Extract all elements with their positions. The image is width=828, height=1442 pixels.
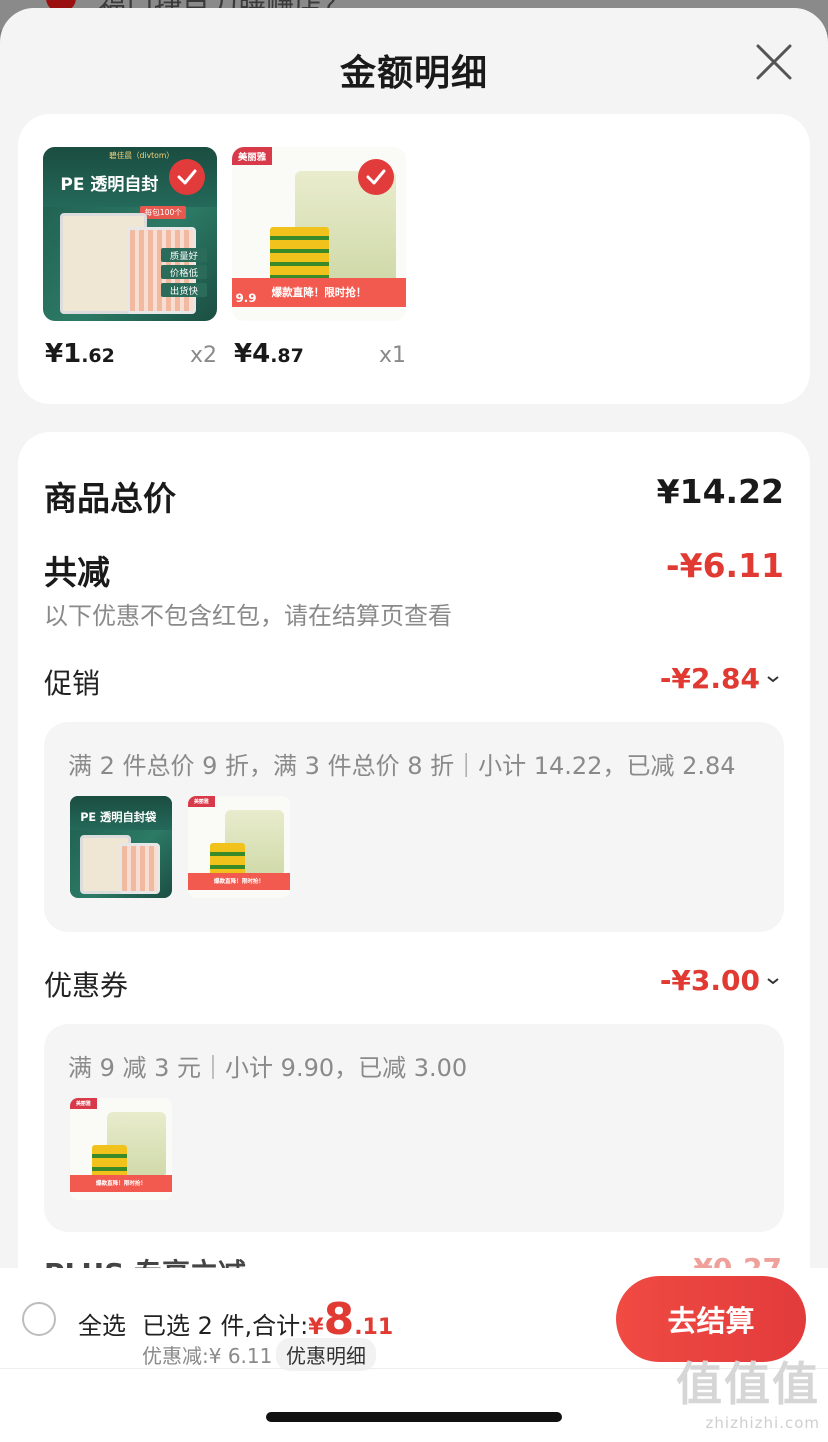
saving-text: 优惠减:¥ 6.11 [142,1344,273,1368]
discount-detail-link[interactable]: 优惠明细 [276,1338,376,1371]
close-icon [756,44,792,80]
sponge-image: 美丽雅 爆款直降！限时抢！ [188,796,290,898]
product-price: ¥4.87 [234,339,304,369]
coupon-amount: -¥3.00 [659,964,760,997]
promo-item-thumbnail: PE 透明自封袋 [70,796,172,898]
thumb-tag: 价格低 [161,265,207,280]
selected-check-icon[interactable] [169,159,205,195]
promo-amount-toggle[interactable]: -¥2.84 [660,662,780,695]
product-price: ¥1.62 [45,339,115,369]
promo-detail-box: 满 2 件总价 9 折，满 3 件总价 8 折｜小计 14.22，已减 2.84… [44,722,784,932]
product-item[interactable]: 美丽雅 爆款直降！限时抢！ 9.9 ¥4.87 x1 [232,147,406,369]
sheet-title: 金额明细 [339,53,488,94]
selected-count-text: 已选 2 件,合计: [142,1312,309,1340]
thumb-brand: 美丽雅 [188,796,215,807]
select-all-label[interactable]: 全选 [78,1306,126,1341]
thumb-title: PE 透明自封袋 [80,811,157,825]
watermark: 值值值 zhizhizhi.com [676,1348,820,1432]
chevron-down-icon [767,675,779,682]
watermark-logo: 值值值 [676,1357,820,1411]
cart-total: ¥8.11 [308,1294,394,1345]
coupon-detail-box: 满 9 减 3 元｜小计 9.90，已减 3.00 美丽雅 爆款直降！限时抢！ [44,1024,784,1232]
total-label: 商品总价 [44,479,176,518]
promo-amount: -¥2.84 [659,662,760,695]
close-button[interactable] [754,42,794,82]
checkout-bar: 全选 已选 2 件,合计:¥8.11 优惠减:¥ 6.11 优惠明细 去结算 值… [0,1268,828,1442]
product-thumbnail: 碧佳晨（divtom） PE 透明自封 每包100个 质量好 价格低 出货快 [43,147,217,321]
promo-item-thumbnail: 美丽雅 爆款直降！限时抢！ [188,796,290,898]
zip-bag-image: PE 透明自封袋 [70,796,172,898]
thumb-band: 爆款直降！限时抢！ [70,1174,172,1192]
thumb-price: 9.9 [235,291,257,306]
product-card: 碧佳晨（divtom） PE 透明自封 每包100个 质量好 价格低 出货快 ¥… [18,114,810,404]
sponge-image: 美丽雅 爆款直降！限时抢！ [70,1098,172,1200]
thumb-tag: 出货快 [161,282,207,297]
chevron-down-icon [767,977,779,984]
coupon-item-thumbnail: 美丽雅 爆款直降！限时抢！ [70,1098,172,1200]
thumb-band: 爆款直降！限时抢！ [188,872,290,890]
thumb-pill: 每包100个 [140,206,186,220]
promo-label: 促销 [44,667,101,700]
selected-check-icon[interactable] [358,159,394,195]
thumb-tag: 质量好 [161,247,207,262]
thumb-title: PE 透明自封 [60,174,159,195]
home-indicator[interactable] [266,1412,562,1422]
amount-detail-sheet: 金额明细 碧佳晨（divtom） PE 透明自封 每包100个 质量好 价格低 … [0,8,828,1442]
product-item[interactable]: 碧佳晨（divtom） PE 透明自封 每包100个 质量好 价格低 出货快 ¥… [43,147,217,369]
thumb-band: 爆款直降！限时抢！ [232,277,406,308]
discount-hint: 以下优惠不包含红包，请在结算页查看 [44,602,452,630]
thumb-brand: 美丽雅 [232,147,273,165]
watermark-url: zhizhizhi.com [705,1414,820,1432]
promo-rule-text: 满 2 件总价 9 折，满 3 件总价 8 折｜小计 14.22，已减 2.84 [68,752,736,780]
thumb-brand: 美丽雅 [70,1098,97,1109]
product-thumbnail: 美丽雅 爆款直降！限时抢！ 9.9 [232,147,406,321]
reduce-value: -¥6.11 [665,546,784,585]
coupon-amount-toggle[interactable]: -¥3.00 [660,964,780,997]
select-all-checkbox[interactable] [22,1302,56,1336]
product-quantity: x2 [189,343,217,368]
thumb-brand: 碧佳晨（divtom） [109,151,174,161]
product-quantity: x1 [378,343,406,368]
total-value: ¥14.22 [656,472,784,511]
coupon-rule-text: 满 9 减 3 元｜小计 9.90，已减 3.00 [68,1054,468,1082]
coupon-label: 优惠券 [44,969,129,1002]
reduce-label: 共减 [44,553,110,592]
